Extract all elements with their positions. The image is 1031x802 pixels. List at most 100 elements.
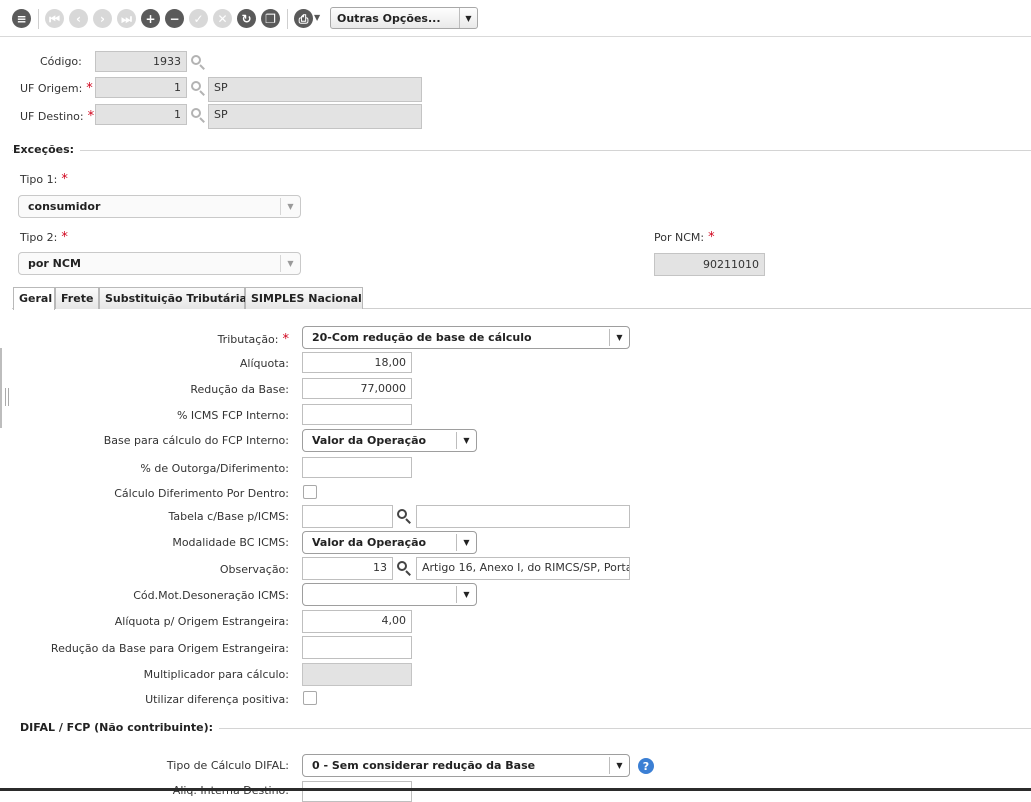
search-icon[interactable]: [190, 107, 205, 123]
multiplicador-field: [302, 663, 412, 686]
tabela-base-code-field[interactable]: [302, 505, 393, 528]
remove-icon[interactable]: −: [165, 9, 184, 28]
diferenca-positiva-label: Utilizar diferença positiva:: [145, 693, 289, 706]
previous-icon[interactable]: ‹: [69, 9, 88, 28]
required-icon: *: [87, 109, 95, 124]
chevron-down-icon: ▼: [280, 198, 300, 215]
tributacao-select[interactable]: 20-Com redução de base de cálculo ▼: [302, 326, 630, 349]
reducao-origem-estrangeira-label: Redução da Base para Origem Estrangeira:: [50, 642, 289, 655]
outras-opcoes-label: Outras Opções...: [337, 11, 441, 25]
difal-title: DIFAL / FCP (Não contribuinte):: [20, 721, 220, 734]
search-icon[interactable]: [396, 560, 411, 576]
multiplicador-label: Multiplicador para cálculo:: [143, 668, 289, 681]
uf-origem-code-field[interactable]: 1: [95, 77, 187, 98]
icms-fcp-interno-field[interactable]: [302, 404, 412, 425]
aliquota-origem-estrangeira-field[interactable]: 4,00: [302, 610, 412, 633]
calc-diferimento-label: Cálculo Diferimento Por Dentro:: [114, 487, 289, 500]
tabela-base-desc-field: [416, 505, 630, 528]
tributacao-label: Tributação: *: [217, 332, 290, 347]
chevron-down-icon: ▼: [456, 534, 476, 551]
outras-opcoes-button[interactable]: Outras Opções... ▼: [330, 7, 478, 29]
base-fcp-interno-label: Base para cálculo do FCP Interno:: [103, 434, 289, 447]
modalidade-bc-select[interactable]: Valor da Operação ▼: [302, 531, 477, 554]
tab-frete[interactable]: Frete: [55, 287, 99, 309]
aliquota-field[interactable]: 18,00: [302, 352, 412, 373]
base-fcp-interno-select[interactable]: Valor da Operação ▼: [302, 429, 477, 452]
diferenca-positiva-checkbox[interactable]: [303, 691, 317, 705]
chevron-down-icon: ▼: [280, 255, 300, 272]
required-icon: *: [708, 230, 715, 245]
cancel-icon[interactable]: ✕: [213, 9, 232, 28]
tipo-calculo-difal-label: Tipo de Cálculo DIFAL:: [166, 759, 289, 772]
por-ncm-label: Por NCM: *: [654, 230, 715, 245]
resize-handle[interactable]: [0, 348, 2, 428]
tab-geral[interactable]: Geral: [13, 287, 55, 310]
search-icon[interactable]: [396, 508, 411, 524]
tipo1-label: Tipo 1: *: [20, 172, 68, 187]
tipo-calculo-difal-value: 0 - Sem considerar redução da Base: [312, 759, 536, 772]
toolbar-separator: [287, 9, 288, 29]
uf-destino-label: UF Destino: *: [20, 109, 95, 124]
tipo2-select[interactable]: por NCM ▼: [18, 252, 301, 275]
modalidade-bc-label: Modalidade BC ICMS:: [172, 536, 289, 549]
print-dropdown-icon[interactable]: ▼: [314, 13, 320, 22]
copy-icon[interactable]: ❐: [261, 9, 280, 28]
refresh-icon[interactable]: ↻: [237, 9, 256, 28]
aliq-interna-destino-field[interactable]: [302, 781, 412, 802]
required-icon: *: [61, 172, 68, 187]
tipo2-value: por NCM: [28, 257, 81, 270]
grip-icon[interactable]: [5, 388, 9, 406]
observacao-code-field[interactable]: 13: [302, 557, 393, 580]
tab-substituicao-tributaria[interactable]: Substituição Tributária: [99, 287, 247, 309]
reducao-origem-estrangeira-field[interactable]: [302, 636, 412, 659]
uf-destino-code-field[interactable]: 1: [95, 104, 187, 125]
aliquota-label: Alíquota:: [239, 357, 289, 370]
next-icon[interactable]: ›: [93, 9, 112, 28]
chevron-down-icon: ▼: [609, 757, 629, 774]
tributacao-value: 20-Com redução de base de cálculo: [312, 331, 532, 344]
divider: [12, 150, 1031, 151]
print-icon[interactable]: ⎙: [294, 9, 313, 28]
chevron-down-icon: ▼: [456, 432, 476, 449]
first-icon[interactable]: ⏮: [45, 9, 64, 28]
tipo2-label: Tipo 2: *: [20, 230, 68, 245]
tipo-calculo-difal-select[interactable]: 0 - Sem considerar redução da Base ▼: [302, 754, 630, 777]
required-icon: *: [61, 230, 68, 245]
reducao-base-field[interactable]: 77,0000: [302, 378, 412, 399]
codigo-field[interactable]: 1933: [95, 51, 187, 72]
excecoes-title: Exceções:: [13, 143, 81, 156]
observacao-label: Observação:: [219, 563, 289, 576]
required-icon: *: [282, 332, 290, 347]
tipo1-value: consumidor: [28, 200, 101, 213]
base-fcp-interno-value: Valor da Operação: [312, 434, 427, 447]
add-icon[interactable]: +: [141, 9, 160, 28]
tipo1-select[interactable]: consumidor ▼: [18, 195, 301, 218]
reducao-base-label: Redução da Base:: [190, 383, 289, 396]
cod-mot-desoneracao-label: Cód.Mot.Desoneração ICMS:: [133, 589, 289, 602]
calc-diferimento-checkbox[interactable]: [303, 485, 317, 499]
list-icon[interactable]: ≡: [12, 9, 31, 28]
codigo-label: Código:: [40, 55, 82, 68]
chevron-down-icon: ▼: [456, 586, 476, 603]
uf-origem-desc-field: SP: [208, 77, 422, 102]
last-icon[interactable]: ⏭: [117, 9, 136, 28]
chevron-down-icon: ▼: [609, 329, 629, 346]
chevron-down-icon: ▼: [459, 8, 477, 28]
confirm-icon[interactable]: ✓: [189, 9, 208, 28]
observacao-desc-field: Artigo 16, Anexo I, do RIMCS/SP, Porta: [416, 557, 630, 580]
tab-simples-nacional[interactable]: SIMPLES Nacional: [245, 287, 363, 309]
cod-mot-desoneracao-select[interactable]: ▼: [302, 583, 477, 606]
icms-fcp-interno-label: % ICMS FCP Interno:: [176, 409, 289, 422]
por-ncm-field[interactable]: 90211010: [654, 253, 765, 276]
toolbar: ≡ ⏮ ‹ › ⏭ + − ✓ ✕ ↻ ❐ ⎙ ▼ Outras Opções.…: [0, 0, 1031, 37]
toolbar-separator: [38, 9, 39, 29]
search-icon[interactable]: [190, 54, 205, 70]
outorga-field[interactable]: [302, 457, 412, 478]
outorga-label: % de Outorga/Diferimento:: [140, 462, 289, 475]
modalidade-bc-value: Valor da Operação: [312, 536, 427, 549]
help-icon[interactable]: ?: [638, 758, 654, 774]
search-icon[interactable]: [190, 80, 205, 96]
uf-destino-desc-field: SP: [208, 104, 422, 129]
aliquota-origem-estrangeira-label: Alíquota p/ Origem Estrangeira:: [114, 615, 289, 628]
uf-origem-label: UF Origem: *: [20, 81, 93, 96]
